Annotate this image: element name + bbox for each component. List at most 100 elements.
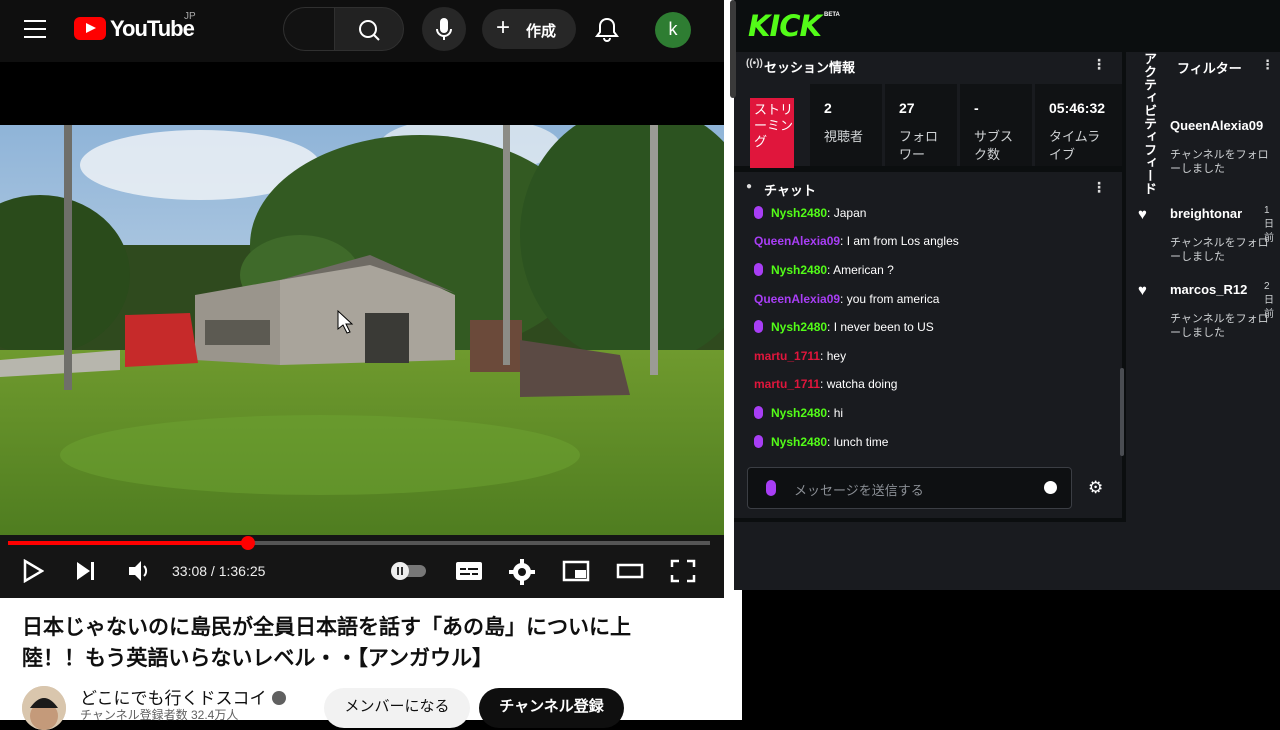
video-scene-image: [0, 125, 724, 535]
chat-text: Japan: [833, 206, 867, 220]
miniplayer-icon[interactable]: [562, 559, 590, 583]
theater-mode-icon[interactable]: [616, 559, 644, 583]
chat-message: Nysh2480: lunch time: [754, 435, 888, 449]
chat-separator: :: [827, 206, 834, 220]
chat-username[interactable]: martu_1711: [754, 349, 820, 363]
chat-message: Nysh2480: Japan: [754, 206, 866, 220]
stat-value: 27: [899, 100, 915, 116]
more-options-icon[interactable]: ⋮: [1092, 56, 1106, 73]
feed-username[interactable]: breightonar: [1170, 206, 1242, 221]
region-code: JP: [184, 11, 196, 22]
chat-username[interactable]: martu_1711: [754, 377, 820, 391]
kick-logo[interactable]: KICK: [748, 9, 822, 43]
microphone-icon: [766, 480, 776, 496]
next-icon[interactable]: [75, 559, 97, 583]
chat-separator: :: [827, 320, 834, 334]
chat-separator: :: [820, 377, 827, 391]
mic-badge-icon: [754, 406, 763, 419]
chat-separator: :: [827, 435, 834, 449]
chat-text: I am from Los angles: [846, 234, 959, 248]
session-title: セッション情報: [764, 60, 856, 75]
verified-badge-icon: [271, 691, 286, 705]
chat-separator: :: [820, 349, 827, 363]
stat-followers: 27 フォロワー: [885, 84, 957, 166]
subscribe-button[interactable]: チャンネル登録: [479, 688, 624, 728]
menu-icon[interactable]: [24, 20, 46, 38]
stat-value: -: [974, 100, 979, 116]
video-title: 日本じゃないのに島民が全員日本語を話す「あの島」についに上陸！！もう英語いらない…: [22, 615, 631, 670]
settings-gear-icon[interactable]: [509, 559, 535, 585]
feed-username[interactable]: marcos_R12: [1170, 282, 1247, 297]
search-input[interactable]: [283, 7, 335, 51]
chat-username[interactable]: QueenAlexia09: [754, 234, 840, 248]
youtube-window: YouTube JP + 作成 k 33:08 / 1:36:25 日本じゃない…: [0, 0, 742, 730]
mic-badge-icon: [754, 435, 763, 448]
join-member-button[interactable]: メンバーになる: [324, 688, 470, 728]
feed-description: チャンネルをフォローしました: [1170, 149, 1269, 175]
chat-text: hey: [826, 349, 847, 363]
chat-input-placeholder: メッセージを送信する: [794, 483, 924, 498]
scrubber-handle[interactable]: [241, 536, 256, 550]
chat-separator: :: [827, 406, 834, 420]
mic-badge-icon: [754, 320, 763, 333]
video-frame[interactable]: [0, 125, 724, 535]
chat-username[interactable]: Nysh2480: [771, 206, 827, 220]
chat-message: Nysh2480: American ?: [754, 263, 894, 277]
subscriber-count: チャンネル登録者数 32.4万人: [80, 708, 239, 722]
filter-label[interactable]: フィルター: [1177, 58, 1242, 77]
microphone-icon: [436, 18, 452, 40]
progress-bar[interactable]: [8, 536, 710, 550]
session-info-panel: ((•)) セッション情報 ⋮ ストリーミング 2 視聴者 27 フォロワー -…: [736, 54, 1122, 168]
autoplay-toggle-icon[interactable]: [390, 561, 428, 581]
session-header: ((•)) セッション情報 ⋮: [736, 54, 1122, 78]
subtitles-icon[interactable]: [455, 559, 483, 583]
create-button[interactable]: + 作成: [482, 9, 576, 49]
feed-username[interactable]: QueenAlexia09: [1170, 118, 1263, 133]
stat-subscriptions: - サブスク数: [960, 84, 1032, 166]
mic-badge-icon: [754, 206, 763, 219]
chat-message: martu_1711: hey: [754, 349, 846, 363]
chat-text: you from america: [846, 292, 940, 306]
volume-icon[interactable]: [127, 559, 151, 583]
chat-username[interactable]: Nysh2480: [771, 263, 827, 277]
chat-username[interactable]: QueenAlexia09: [754, 292, 840, 306]
play-icon[interactable]: [22, 559, 44, 583]
chat-scrollbar[interactable]: [1120, 368, 1124, 456]
stat-value: 05:46:32: [1049, 100, 1106, 116]
stat-value: 2: [824, 100, 832, 116]
more-options-icon[interactable]: ⋮: [1261, 57, 1274, 73]
heart-icon: ♥: [1138, 282, 1147, 299]
chat-message: QueenAlexia09: you from america: [754, 292, 939, 306]
heart-icon: ♥: [1138, 206, 1147, 223]
account-avatar[interactable]: k: [655, 12, 691, 48]
emoji-icon[interactable]: [1044, 481, 1057, 494]
search-button[interactable]: [334, 7, 404, 51]
youtube-logo-text[interactable]: YouTube: [110, 16, 195, 42]
notifications-button[interactable]: [594, 16, 620, 44]
voice-search-button[interactable]: [422, 7, 466, 51]
beta-badge: BETA: [824, 12, 840, 18]
fullscreen-icon[interactable]: [670, 559, 696, 583]
channel-avatar[interactable]: [22, 686, 66, 730]
stat-label: フォロワー: [899, 129, 939, 162]
chat-header: ● チャット ⋮: [736, 172, 1122, 202]
channel-avatar-image: [22, 686, 66, 730]
stat-viewers: 2 視聴者: [810, 84, 882, 166]
create-label: 作成: [526, 23, 557, 40]
chat-text: American ?: [833, 263, 894, 277]
stat-label: サブスク数: [974, 129, 1014, 162]
chat-username[interactable]: Nysh2480: [771, 435, 827, 449]
more-options-icon[interactable]: ⋮: [1092, 179, 1106, 196]
chat-username[interactable]: Nysh2480: [771, 320, 827, 334]
live-status-badge: ストリーミング: [750, 98, 794, 168]
broadcast-icon: ((•)): [746, 58, 763, 69]
youtube-logo-icon[interactable]: [74, 17, 106, 40]
kick-dashboard: KICK BETA ((•)) セッション情報 ⋮ ストリーミング 2 視聴者 …: [730, 0, 1280, 590]
chat-username[interactable]: Nysh2480: [771, 406, 827, 420]
mic-badge-icon: [754, 263, 763, 276]
chat-input[interactable]: メッセージを送信する: [747, 467, 1072, 509]
chat-bubble-icon: ●: [746, 181, 753, 192]
stat-label: 視聴者: [824, 129, 864, 144]
player-controls: 33:08 / 1:36:25: [0, 535, 724, 598]
chat-settings-gear-icon[interactable]: ⚙: [1088, 478, 1103, 498]
